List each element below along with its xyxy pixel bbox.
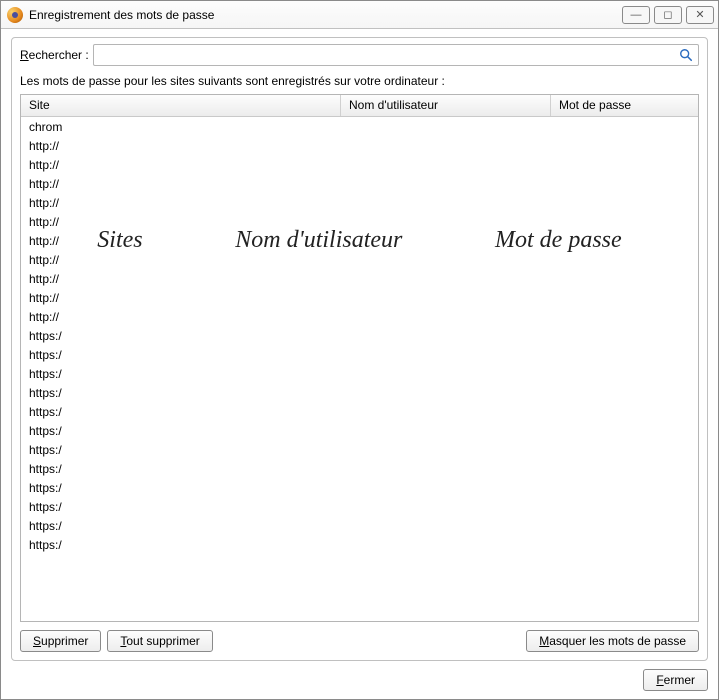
table-row[interactable]: http:// [21,231,698,250]
table-row[interactable]: http:// [21,212,698,231]
cell-site: https:/ [21,329,341,343]
cell-site: http:// [21,177,341,191]
inner-panel: Rechercher : Les mots de passe pour les … [11,37,708,661]
firefox-icon [7,7,23,23]
cell-site: https:/ [21,481,341,495]
titlebar[interactable]: Enregistrement des mots de passe — ◻ ✕ [1,1,718,29]
delete-all-button[interactable]: Tout supprimer [107,630,212,652]
table-row[interactable]: https:/ [21,345,698,364]
close-window-button[interactable]: ✕ [686,6,714,24]
table-row[interactable]: http:// [21,193,698,212]
table-row[interactable]: http:// [21,136,698,155]
table-row[interactable]: https:/ [21,364,698,383]
cell-site: http:// [21,196,341,210]
cell-site: https:/ [21,500,341,514]
table-row[interactable]: https:/ [21,402,698,421]
cell-site: chrom [21,120,341,134]
table-row[interactable]: http:// [21,288,698,307]
table-row[interactable]: chrom [21,117,698,136]
cell-site: https:/ [21,462,341,476]
minimize-button[interactable]: — [622,6,650,24]
password-grid: Site Nom d'utilisateur Mot de passe chro… [20,94,699,622]
search-field-wrap [93,44,699,66]
column-header-pass[interactable]: Mot de passe [551,95,698,116]
mask-passwords-button[interactable]: Masquer les mots de passe [526,630,699,652]
cell-site: http:// [21,291,341,305]
close-row: Fermer [11,669,708,691]
cell-site: http:// [21,310,341,324]
cell-site: https:/ [21,405,341,419]
cell-site: http:// [21,139,341,153]
table-row[interactable]: https:/ [21,383,698,402]
search-label: Rechercher : [20,48,89,62]
content-area: Rechercher : Les mots de passe pour les … [1,29,718,699]
cell-site: http:// [21,272,341,286]
cell-site: https:/ [21,519,341,533]
table-row[interactable]: http:// [21,307,698,326]
close-dialog-button[interactable]: Fermer [643,669,708,691]
cell-site: http:// [21,158,341,172]
table-row[interactable]: https:/ [21,326,698,345]
table-row[interactable]: https:/ [21,459,698,478]
grid-body[interactable]: chrom http:// http:// http:// http:// http://… [21,117,698,621]
table-row[interactable]: http:// [21,250,698,269]
cell-site: http:// [21,234,341,248]
table-row[interactable]: https:/ [21,478,698,497]
table-row[interactable]: https:/ [21,535,698,554]
description-text: Les mots de passe pour les sites suivant… [20,74,699,88]
table-row[interactable]: https:/ [21,421,698,440]
column-header-site[interactable]: Site [21,95,341,116]
grid-header: Site Nom d'utilisateur Mot de passe [21,95,698,117]
cell-site: https:/ [21,367,341,381]
table-row[interactable]: http:// [21,174,698,193]
password-manager-window: Enregistrement des mots de passe — ◻ ✕ R… [0,0,719,700]
column-header-user[interactable]: Nom d'utilisateur [341,95,551,116]
cell-site: https:/ [21,424,341,438]
table-row[interactable]: https:/ [21,440,698,459]
table-row[interactable]: https:/ [21,516,698,535]
cell-site: https:/ [21,386,341,400]
maximize-button[interactable]: ◻ [654,6,682,24]
cell-site: https:/ [21,348,341,362]
cell-site: https:/ [21,538,341,552]
delete-button[interactable]: Supprimer [20,630,101,652]
cell-site: http:// [21,215,341,229]
table-row[interactable]: http:// [21,155,698,174]
window-title: Enregistrement des mots de passe [29,8,622,22]
cell-site: https:/ [21,443,341,457]
cell-site: http:// [21,253,341,267]
search-input[interactable] [94,45,698,65]
button-row: Supprimer Tout supprimer Masquer les mot… [20,630,699,652]
search-row: Rechercher : [20,44,699,66]
table-row[interactable]: https:/ [21,497,698,516]
search-icon[interactable] [678,47,694,63]
table-row[interactable]: http:// [21,269,698,288]
